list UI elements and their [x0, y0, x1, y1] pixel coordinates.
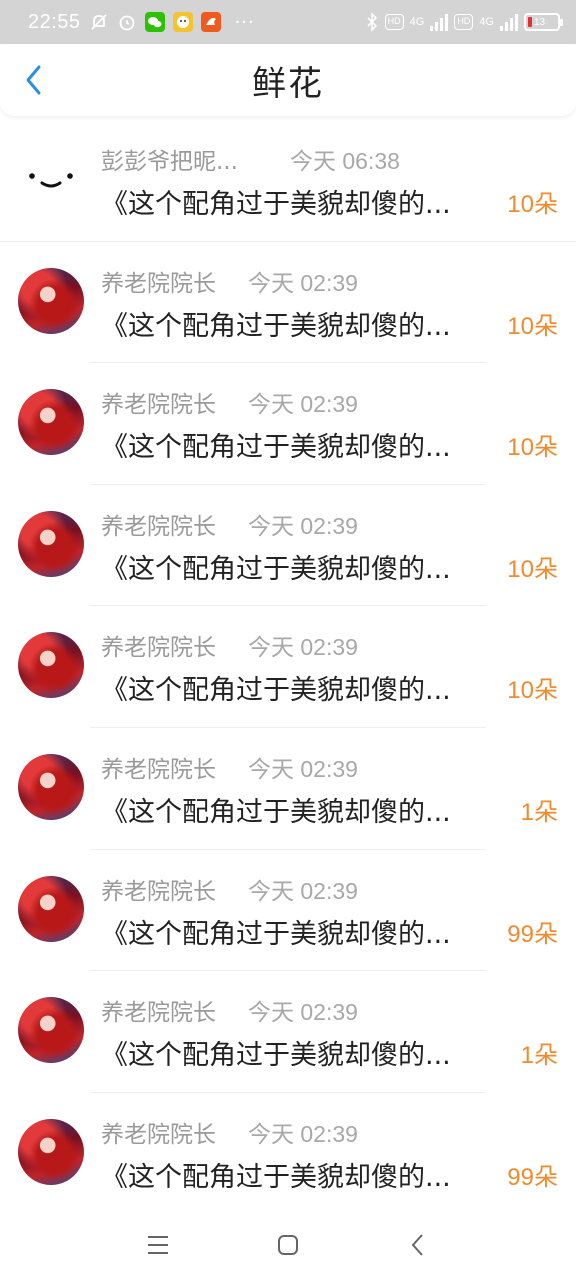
message-text: 《这个配角过于美貌却傻的...	[101, 432, 451, 464]
flower-count: 10朵	[507, 191, 558, 218]
timestamp: 今天 02:39	[248, 1120, 358, 1147]
timestamp: 今天 06:38	[290, 148, 400, 174]
alarm-icon	[119, 15, 134, 31]
battery-icon: 13	[524, 13, 563, 31]
bell-off-icon	[90, 14, 107, 30]
avatar-image[interactable]	[18, 632, 84, 699]
battery-fill	[528, 17, 532, 27]
sender-name: 养老院院长	[101, 878, 216, 905]
avatar-image[interactable]	[18, 1118, 84, 1185]
timestamp: 今天 02:39	[248, 999, 358, 1026]
flower-count: 1朵	[520, 798, 558, 826]
message-text: 《这个配角过于美貌却傻的...	[101, 918, 451, 950]
signal-icon	[430, 13, 449, 31]
message-text: 《这个配角过于美貌却傻的...	[101, 675, 451, 707]
hd-badge: HD	[384, 14, 404, 30]
message-text: 《这个配角过于美貌却傻的...	[101, 1161, 451, 1193]
message-text: 《这个配角过于美貌却傻的...	[101, 1040, 451, 1072]
hd-badge: HD	[454, 14, 474, 30]
bluetooth-icon	[367, 12, 377, 32]
sender-name: 养老院院长	[101, 1000, 216, 1027]
sender-name: 养老院院长	[101, 392, 216, 419]
sender-name: 养老院院长	[101, 513, 216, 540]
list-item[interactable]: 养老院院长 今天 02:39 《这个配角过于美貌却傻的... 99朵	[0, 1093, 576, 1215]
avatar-smiley[interactable]	[18, 146, 84, 212]
battery-level: 13	[534, 16, 546, 28]
chevron-left-icon	[26, 65, 41, 95]
flower-count: 99朵	[507, 920, 558, 948]
wechat-icon	[144, 12, 165, 32]
header: 鲜花	[0, 44, 576, 116]
list-item[interactable]: 养老院院长 今天 02:39 《这个配角过于美貌却傻的... 10朵	[0, 606, 576, 728]
avatar-image[interactable]	[18, 389, 84, 456]
signal-icon	[500, 13, 518, 31]
nav-back-button[interactable]	[403, 1230, 433, 1260]
avatar-image[interactable]	[18, 875, 84, 942]
flower-list: 彭彭爷把昵... 今天 06:38 《这个配角过于美貌却傻的... 10朵 养老…	[0, 120, 576, 1215]
network-type: 4G	[479, 16, 494, 28]
message-text: 《这个配角过于美貌却傻的...	[101, 553, 451, 585]
list-item[interactable]: 养老院院长 今天 02:39 《这个配角过于美貌却傻的... 1朵	[0, 728, 576, 850]
flower-count: 10朵	[507, 677, 558, 705]
list-item[interactable]: 养老院院长 今天 02:39 《这个配角过于美貌却傻的... 10朵	[0, 485, 576, 607]
home-button[interactable]	[273, 1230, 303, 1260]
status-time: 22:55	[28, 10, 81, 33]
menu-button[interactable]	[143, 1230, 173, 1260]
list-item[interactable]: 养老院院长 今天 02:39 《这个配角过于美貌却傻的... 1朵	[0, 971, 576, 1093]
message-text: 《这个配角过于美貌却傻的...	[101, 796, 451, 828]
timestamp: 今天 02:39	[248, 634, 358, 661]
list-item[interactable]: 彭彭爷把昵... 今天 06:38 《这个配角过于美貌却傻的... 10朵	[0, 120, 576, 242]
list-item[interactable]: 养老院院长 今天 02:39 《这个配角过于美貌却傻的... 10朵	[0, 242, 576, 364]
sender-name: 养老院院长	[101, 1121, 216, 1148]
flower-count: 10朵	[507, 434, 558, 462]
avatar-image[interactable]	[18, 267, 84, 334]
back-icon	[411, 1234, 423, 1256]
sender-name: 养老院院长	[101, 270, 216, 297]
more-notifications: ···	[234, 11, 255, 33]
flower-count: 10朵	[507, 312, 558, 340]
flower-count: 99朵	[507, 1163, 558, 1191]
smiley-face-icon	[29, 173, 73, 188]
home-icon	[278, 1235, 298, 1255]
timestamp: 今天 02:39	[248, 877, 358, 904]
sender-name: 养老院院长	[101, 756, 216, 783]
flower-count: 1朵	[520, 1042, 558, 1070]
network-type: 4G	[409, 16, 425, 28]
timestamp: 今天 02:39	[248, 269, 358, 296]
list-item[interactable]: 养老院院长 今天 02:39 《这个配角过于美貌却傻的... 99朵	[0, 850, 576, 972]
message-text: 《这个配角过于美貌却傻的...	[101, 310, 451, 342]
message-text: 《这个配角过于美貌却傻的...	[101, 189, 451, 220]
system-indicators: HD 4G HD 4G 13	[365, 12, 563, 32]
timestamp: 今天 02:39	[248, 391, 358, 418]
timestamp: 今天 02:39	[248, 512, 358, 539]
avatar-image[interactable]	[18, 753, 84, 820]
list-item[interactable]: 养老院院长 今天 02:39 《这个配角过于美貌却傻的... 10朵	[0, 363, 576, 485]
app-orange-icon	[200, 12, 221, 32]
menu-icon	[148, 1236, 168, 1254]
sender-name: 养老院院长	[101, 635, 216, 662]
flower-count: 10朵	[507, 555, 558, 583]
timestamp: 今天 02:39	[248, 755, 358, 782]
status-bar: 22:55 ··· HD 4G HD 4G 13	[0, 0, 576, 44]
notification-icons: ···	[89, 12, 255, 33]
avatar-image[interactable]	[18, 997, 84, 1064]
app-face-icon	[172, 12, 193, 32]
back-button[interactable]	[16, 62, 52, 98]
sender-name: 彭彭爷把昵...	[101, 149, 238, 175]
system-navbar	[0, 1210, 576, 1280]
page-title: 鲜花	[252, 63, 324, 104]
avatar-image[interactable]	[18, 510, 84, 577]
